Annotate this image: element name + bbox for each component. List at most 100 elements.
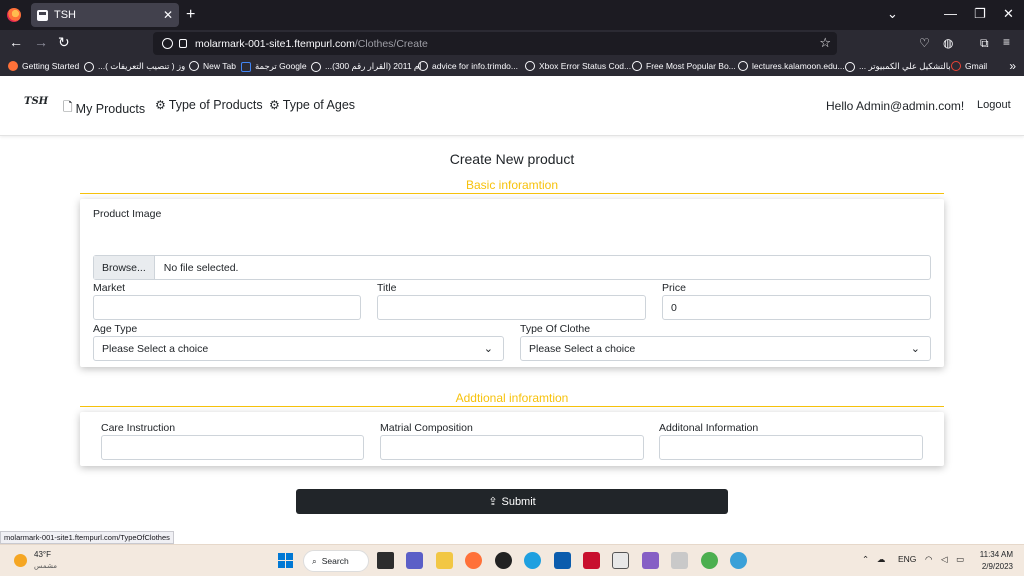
- back-icon[interactable]: ←: [9, 34, 23, 50]
- care-instruction-input[interactable]: [101, 435, 364, 460]
- file-status: No file selected.: [163, 261, 239, 274]
- clock-time: 11:34 AM: [979, 550, 1013, 559]
- app-icon[interactable]: [671, 552, 688, 569]
- price-input[interactable]: 0: [662, 295, 931, 320]
- globe-icon: [418, 61, 428, 71]
- browser-toolbar: ← → ↻ molarmark-001-site1.ftempurl.com /…: [0, 30, 1024, 57]
- title-input[interactable]: [377, 295, 646, 320]
- bookmark-item[interactable]: Getting Started: [8, 61, 79, 71]
- lock-icon[interactable]: [179, 39, 187, 48]
- document-icon: 🗋: [63, 100, 73, 114]
- price-label: Price: [662, 282, 686, 294]
- clock-date: 2/9/2023: [981, 562, 1013, 571]
- bookmark-item[interactable]: ... بالتشكيل علي الكمبيوتر: [845, 61, 951, 72]
- status-bar-url: molarmark-001-site1.ftempurl.com/TypeOfC…: [0, 531, 174, 544]
- task-view-icon[interactable]: [377, 552, 394, 569]
- minimize-icon[interactable]: —: [944, 6, 957, 21]
- browser-tab-bar: TSH ✕ + ⌄ — ❐ ✕: [0, 0, 1024, 30]
- nav-type-of-products[interactable]: ⚙ Type of Products: [155, 98, 263, 112]
- weather-description: مشمس: [34, 563, 57, 570]
- product-image-file-input[interactable]: Browse... No file selected.: [93, 255, 931, 280]
- additional-information-input[interactable]: [659, 435, 923, 460]
- age-type-select[interactable]: Please Select a choice ⌄: [93, 336, 504, 361]
- firefox-taskbar-icon[interactable]: [465, 552, 482, 569]
- gear-icon: ⚙: [155, 98, 166, 112]
- store-icon[interactable]: [554, 552, 571, 569]
- app-icon[interactable]: [612, 552, 629, 569]
- submit-button[interactable]: ⇪ Submit: [296, 489, 728, 514]
- forward-icon[interactable]: →: [34, 34, 48, 50]
- globe-icon: [525, 61, 535, 71]
- cloud-icon[interactable]: ☁: [877, 554, 886, 565]
- matrial-composition-label: Matrial Composition: [380, 422, 473, 434]
- title-label: Title: [377, 282, 397, 294]
- upload-icon: ⇪: [488, 496, 498, 508]
- chevron-up-icon[interactable]: ⌃: [862, 554, 869, 565]
- teams-icon[interactable]: [406, 552, 423, 569]
- chrome-icon[interactable]: [701, 552, 718, 569]
- globe-icon: [738, 61, 748, 71]
- app-icon[interactable]: [730, 552, 747, 569]
- pocket-icon[interactable]: ♡: [919, 36, 930, 50]
- bookmark-item[interactable]: Xbox Error Status Cod...: [525, 61, 631, 71]
- url-bar[interactable]: molarmark-001-site1.ftempurl.com /Clothe…: [153, 32, 837, 55]
- user-greeting[interactable]: Hello Admin@admin.com!: [826, 99, 964, 113]
- matrial-composition-input[interactable]: [380, 435, 644, 460]
- dell-icon[interactable]: [495, 552, 512, 569]
- wifi-icon[interactable]: ◠: [925, 554, 932, 565]
- bookmark-item[interactable]: advice for info.trimdo...: [418, 61, 518, 71]
- globe-icon: [845, 61, 855, 72]
- language-indicator[interactable]: ENG: [898, 554, 916, 564]
- additional-information-label: Additonal Information: [659, 422, 759, 434]
- chevron-down-icon: ⌄: [483, 343, 493, 355]
- new-tab-icon[interactable]: +: [186, 6, 195, 24]
- mcafee-icon[interactable]: [583, 552, 600, 569]
- market-input[interactable]: [93, 295, 361, 320]
- additional-info-card: Care Instruction Matrial Composition Add…: [80, 412, 944, 466]
- volume-icon[interactable]: ◁: [941, 554, 948, 565]
- bookmark-item[interactable]: ...ام 2011 (القرار رقم 300): [311, 61, 422, 72]
- brand-logo[interactable]: TSH: [24, 96, 48, 107]
- tab-list-icon[interactable]: ⌄: [887, 6, 898, 22]
- browse-button[interactable]: Browse...: [94, 256, 155, 279]
- tab-close-icon[interactable]: ✕: [163, 8, 173, 22]
- sun-icon[interactable]: [14, 554, 27, 567]
- clothe-type-select[interactable]: Please Select a choice ⌄: [520, 336, 931, 361]
- globe-icon: [632, 61, 642, 71]
- product-image-label: Product Image: [93, 208, 162, 220]
- bookmark-item[interactable]: lectures.kalamoon.edu...: [738, 61, 845, 71]
- browser-tab[interactable]: TSH ✕: [31, 3, 179, 27]
- menu-icon[interactable]: ≡: [1003, 35, 1010, 49]
- tab-favicon-icon: [37, 9, 48, 21]
- visual-studio-icon[interactable]: [642, 552, 659, 569]
- bookmark-item[interactable]: ترجمة Google: [241, 61, 307, 72]
- basic-info-card: Product Image Browse... No file selected…: [80, 199, 944, 367]
- window-close-icon[interactable]: ✕: [1003, 6, 1014, 22]
- start-icon[interactable]: [278, 553, 293, 568]
- globe-icon: [311, 61, 321, 72]
- taskbar-clock[interactable]: 11:34 AM 2/9/2023: [975, 549, 1013, 573]
- bookmark-item[interactable]: Gmail: [951, 61, 987, 71]
- reload-icon[interactable]: ↻: [58, 34, 70, 51]
- taskbar-search[interactable]: ⌕ Search: [303, 550, 369, 572]
- nav-type-of-ages[interactable]: ⚙ Type of Ages: [269, 98, 355, 112]
- battery-icon[interactable]: ▭: [956, 554, 964, 565]
- firefox-icon[interactable]: [7, 8, 21, 22]
- bookmark-item[interactable]: New Tab: [189, 61, 236, 71]
- windows-taskbar: 43°F مشمس ⌕ Search ⌃ ☁ ENG ◠ ◁ ▭ 11:34 AM…: [0, 544, 1024, 576]
- restore-icon[interactable]: ❐: [974, 6, 986, 22]
- bookmark-item[interactable]: Free Most Popular Bo...: [632, 61, 736, 71]
- logout-button[interactable]: Logout: [977, 99, 1011, 111]
- weather-temperature[interactable]: 43°F: [34, 550, 51, 559]
- edge-icon[interactable]: [524, 552, 541, 569]
- tracking-shield-icon[interactable]: [162, 38, 173, 49]
- bookmark-star-icon[interactable]: ☆: [819, 35, 831, 51]
- sync-icon[interactable]: ◍: [943, 36, 953, 50]
- gmail-icon: [951, 61, 961, 71]
- bookmarks-overflow-icon[interactable]: »: [1009, 59, 1016, 73]
- extensions-icon[interactable]: ⧉: [980, 36, 989, 51]
- tab-title: TSH: [54, 9, 76, 21]
- file-explorer-icon[interactable]: [436, 552, 453, 569]
- bookmark-item[interactable]: ...وز ( تنصيب التعريفات ): [84, 61, 185, 72]
- nav-my-products[interactable]: 🗋 My Products: [63, 98, 145, 119]
